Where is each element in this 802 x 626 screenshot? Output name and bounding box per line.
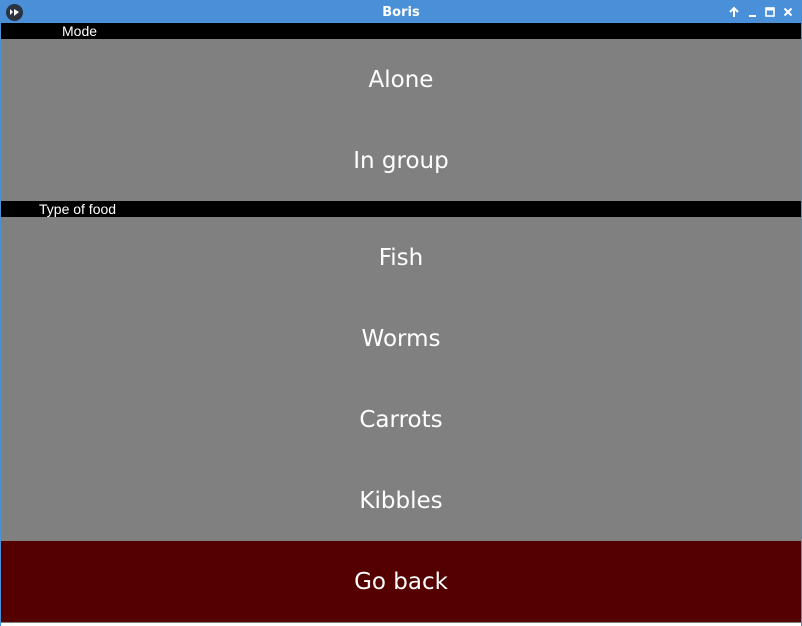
mode-section-header: Mode [1, 23, 801, 39]
food-carrots-button[interactable]: Carrots [1, 379, 801, 460]
food-section-label: Type of food [39, 201, 117, 217]
close-icon[interactable] [781, 5, 795, 19]
window-title: Boris [382, 5, 420, 20]
maximize-icon[interactable] [763, 5, 777, 19]
food-fish-button[interactable]: Fish [1, 217, 801, 298]
app-window: Boris Mode Alone In group Type of food F… [0, 0, 802, 626]
food-section-header: Type of food [1, 201, 801, 217]
main-content: Mode Alone In group Type of food Fish Wo… [1, 23, 801, 626]
title-bar[interactable]: Boris [1, 1, 801, 23]
food-worms-button[interactable]: Worms [1, 298, 801, 379]
minimize-icon[interactable] [745, 5, 759, 19]
go-back-button[interactable]: Go back [1, 541, 801, 622]
arrow-up-icon[interactable] [727, 5, 741, 19]
mode-in-group-button[interactable]: In group [1, 120, 801, 201]
food-kibbles-button[interactable]: Kibbles [1, 460, 801, 541]
mode-alone-button[interactable]: Alone [1, 39, 801, 120]
kivy-logo-icon[interactable] [6, 4, 23, 21]
mode-section-label: Mode [62, 23, 98, 39]
